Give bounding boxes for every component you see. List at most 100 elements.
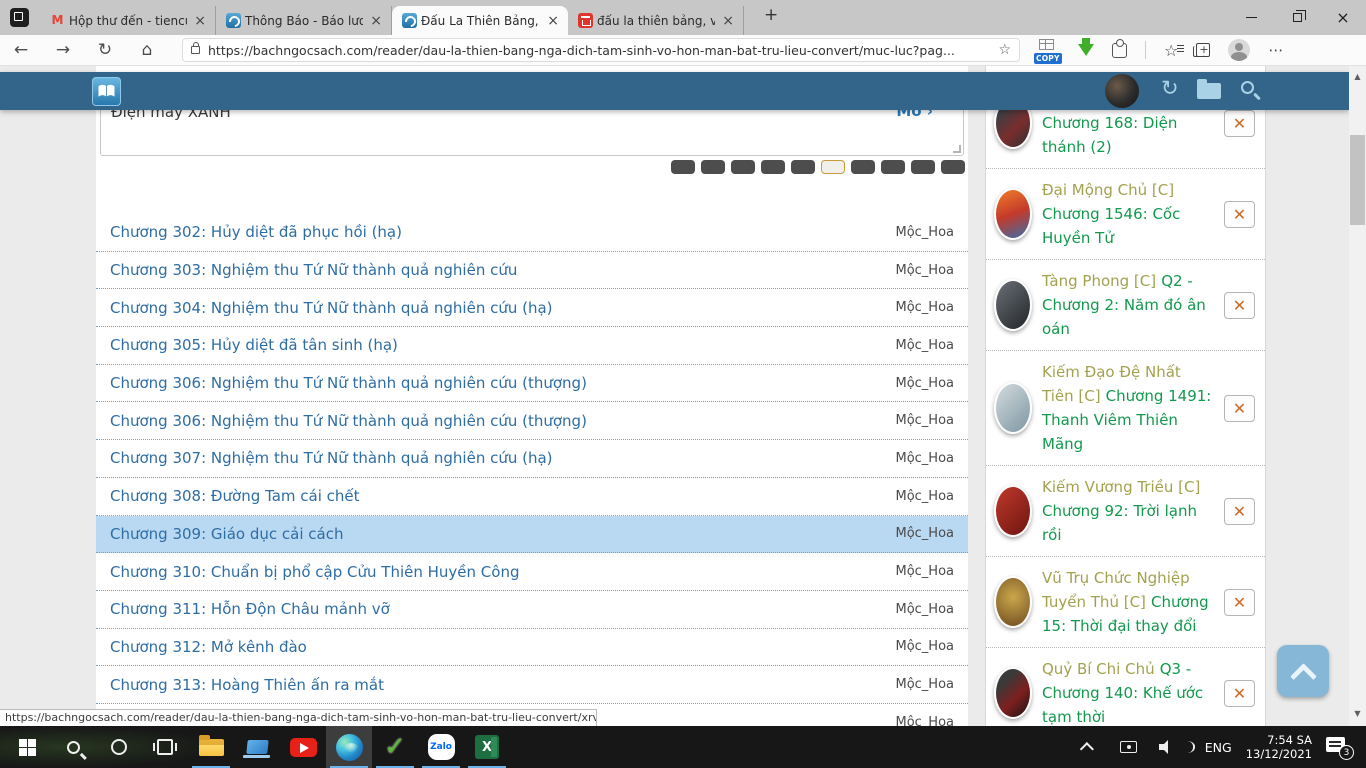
chapter-row[interactable]: Chương 311: Hỗn Độn Châu mảnh vỡ Mộc_Hoa [96, 591, 968, 629]
remove-bookmark-button[interactable]: ✕ [1224, 589, 1255, 616]
sidebar-refresh-icon[interactable]: ↻ [1161, 76, 1179, 100]
display-tray-icon[interactable] [1120, 741, 1137, 753]
tab-actions-icon[interactable] [10, 8, 29, 27]
pagination-button[interactable] [821, 160, 845, 174]
forward-button[interactable]: → [42, 40, 84, 60]
chapter-link[interactable]: Chương 304: Nghiệm thu Tứ Nữ thành quả n… [110, 299, 553, 317]
book-title[interactable]: Kiếm Vương Triều [C] [1042, 478, 1200, 496]
remove-bookmark-button[interactable]: ✕ [1224, 292, 1255, 319]
sidebar-search-icon[interactable] [1241, 81, 1254, 94]
settings-menu-icon[interactable]: ⋯ [1268, 41, 1284, 59]
zalo-button[interactable]: Zalo [418, 726, 464, 768]
chapter-row[interactable]: Chương 306: Nghiệm thu Tứ Nữ thành quả n… [96, 402, 968, 440]
remove-bookmark-button[interactable]: ✕ [1224, 201, 1255, 228]
language-indicator[interactable]: ENG [1205, 740, 1232, 755]
chapter-row[interactable]: Chương 302: Hủy diệt đã phục hồi (hạ) Mộ… [96, 214, 968, 252]
book-title[interactable]: Đại Mộng Chủ [C] [1042, 181, 1174, 199]
file-explorer-button[interactable] [188, 726, 234, 768]
bookmark-item[interactable]: Tàng Phong [C] Q2 - Chương 2: Năm đó ân … [986, 260, 1265, 351]
pagination-button[interactable] [671, 160, 695, 174]
chapter-link[interactable]: Chương 306: Nghiệm thu Tứ Nữ thành quả n… [110, 412, 587, 430]
pagination-button[interactable] [761, 160, 785, 174]
bookmark-item[interactable]: Kiếm Vương Triều [C] Chương 92: Trời lạn… [986, 466, 1265, 557]
chapter-link[interactable]: Chương 303: Nghiệm thu Tứ Nữ thành quả n… [110, 261, 517, 279]
chapter-link[interactable]: Chương 310: Chuẩn bị phổ cập Cửu Thiên H… [110, 563, 519, 581]
edge-button[interactable] [326, 726, 372, 768]
collections-icon[interactable] [1196, 43, 1210, 57]
bookmark-item[interactable]: Vũ Trụ Chức Nghiệp Tuyển Thủ [C] Chương … [986, 557, 1265, 648]
minimize-button[interactable] [1228, 0, 1274, 35]
pagination-button[interactable] [881, 160, 905, 174]
bookmark-item[interactable]: Kiếm Đạo Đệ Nhất Tiên [C] Chương 1491: T… [986, 351, 1265, 466]
remove-bookmark-button[interactable]: ✕ [1224, 395, 1255, 422]
site-logo-icon[interactable] [92, 77, 121, 106]
refresh-button[interactable]: ↻ [84, 40, 126, 60]
address-bar[interactable]: https://bachngocsach.com/reader/dau-la-t… [182, 38, 1020, 62]
bookmark-item[interactable]: Đại Mộng Chủ [C] Chương 1546: Cốc Huyền … [986, 169, 1265, 260]
book-title[interactable]: Tàng Phong [C] [1042, 272, 1156, 290]
chapter-row[interactable]: Chương 312: Mở kênh đào Mộc_Hoa [96, 629, 968, 667]
new-tab-button[interactable]: + [764, 5, 778, 25]
favorites-icon[interactable]: ☆ [1164, 41, 1178, 60]
scrollbar-up-icon[interactable]: ▲ [1349, 72, 1366, 81]
remove-bookmark-button[interactable]: ✕ [1224, 498, 1255, 525]
scrollbar-down-icon[interactable]: ▼ [1349, 709, 1366, 718]
chapter-link[interactable]: Chương 302: Hủy diệt đã phục hồi (hạ) [110, 223, 402, 241]
chapter-row[interactable]: Chương 307: Nghiệm thu Tứ Nữ thành quả n… [96, 440, 968, 478]
chapter-link[interactable]: Chương 306: Nghiệm thu Tứ Nữ thành quả n… [110, 374, 587, 392]
cortana-button[interactable] [96, 726, 142, 768]
profile-avatar[interactable] [1228, 39, 1250, 61]
taskbar-search-button[interactable] [50, 726, 96, 768]
sidebar-folder-icon[interactable] [1197, 83, 1221, 99]
excel-button[interactable]: X [464, 726, 510, 768]
clock[interactable]: 7:54 SA 13/12/2021 [1246, 733, 1312, 761]
browser-tab[interactable]: Hộp thư đến - tiencuonggiolinh × [40, 6, 216, 35]
add-favorite-icon[interactable]: ☆ [998, 42, 1011, 58]
scroll-to-top-button[interactable] [1277, 645, 1329, 697]
book-current-chapter[interactable]: Chương 92: Trời lạnh rồi [1042, 502, 1197, 544]
tab-close-icon[interactable]: × [719, 13, 737, 29]
restore-button[interactable] [1274, 0, 1320, 35]
notification-center-button[interactable]: 3 [1326, 737, 1350, 757]
chapter-row[interactable]: Chương 305: Hủy diệt đã tân sinh (hạ) Mộ… [96, 327, 968, 365]
hidden-icons-chevron[interactable] [1080, 742, 1094, 756]
chapter-row[interactable]: Chương 310: Chuẩn bị phổ cập Cửu Thiên H… [96, 553, 968, 591]
pagination-button[interactable] [851, 160, 875, 174]
downloader-extension-icon[interactable] [1078, 44, 1094, 56]
home-button[interactable]: ⌂ [126, 40, 168, 60]
chapter-link[interactable]: Chương 307: Nghiệm thu Tứ Nữ thành quả n… [110, 449, 553, 467]
chapter-link[interactable]: Chương 312: Mở kênh đào [110, 638, 307, 656]
pagination-button[interactable] [941, 160, 965, 174]
chapter-row[interactable]: Chương 303: Nghiệm thu Tứ Nữ thành quả n… [96, 252, 968, 290]
book-current-chapter[interactable]: Chương 1546: Cốc Huyền Tử [1042, 205, 1180, 247]
chapter-row[interactable]: Chương 313: Hoàng Thiên ấn ra mắt Mộc_Ho… [96, 666, 968, 704]
chapter-row[interactable]: Chương 304: Nghiệm thu Tứ Nữ thành quả n… [96, 289, 968, 327]
copy-extension-icon[interactable]: COPY [1034, 38, 1060, 62]
tab-close-icon[interactable]: × [367, 13, 385, 29]
chapter-link[interactable]: Chương 311: Hỗn Độn Châu mảnh vỡ [110, 600, 390, 618]
pagination-button[interactable] [701, 160, 725, 174]
pagination-button[interactable] [791, 160, 815, 174]
chapter-row[interactable]: Chương 306: Nghiệm thu Tứ Nữ thành quả n… [96, 365, 968, 403]
scrollbar-thumb[interactable] [1350, 135, 1365, 225]
chapter-link[interactable]: Chương 309: Giáo dục cải cách [110, 525, 343, 543]
page-scrollbar[interactable]: ▲ ▼ [1349, 66, 1366, 726]
chapter-link[interactable]: Chương 305: Hủy diệt đã tân sinh (hạ) [110, 336, 398, 354]
back-button[interactable]: ← [0, 40, 42, 60]
bookmark-item[interactable]: Quỷ Bí Chi Chủ Q3 - Chương 140: Khế ước … [986, 648, 1265, 726]
pagination-button[interactable] [911, 160, 935, 174]
chapter-row[interactable]: Chương 308: Đường Tam cái chết Mộc_Hoa [96, 478, 968, 516]
user-avatar[interactable] [1105, 74, 1139, 108]
url-text[interactable]: https://bachngocsach.com/reader/dau-la-t… [208, 43, 998, 58]
this-pc-button[interactable] [234, 726, 280, 768]
chapter-link[interactable]: Chương 313: Hoàng Thiên ấn ra mắt [110, 676, 384, 694]
checkmark-app-button[interactable]: ✓ [372, 726, 418, 768]
close-button[interactable]: × [1320, 0, 1366, 35]
book-title[interactable]: Quỷ Bí Chi Chủ [1042, 660, 1155, 678]
start-button[interactable] [4, 726, 50, 768]
tab-close-icon[interactable]: × [191, 13, 209, 29]
remove-bookmark-button[interactable]: ✕ [1224, 110, 1255, 137]
task-view-button[interactable] [142, 726, 188, 768]
remove-bookmark-button[interactable]: ✕ [1224, 680, 1255, 707]
resize-handle-icon[interactable] [953, 145, 961, 153]
